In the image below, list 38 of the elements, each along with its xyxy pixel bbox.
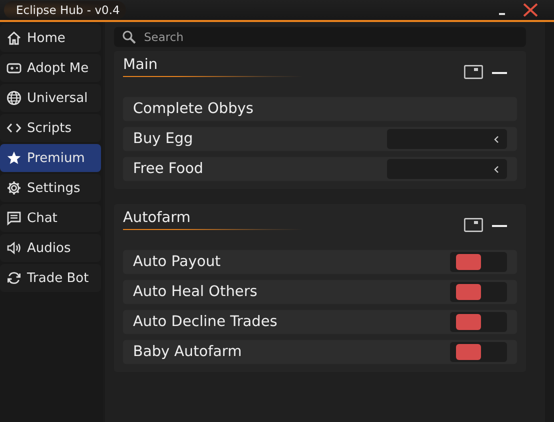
sidebar-item[interactable]: Home [0, 24, 101, 52]
section-title: Autofarm [123, 210, 192, 226]
row-label: Free Food [133, 161, 204, 177]
search-field[interactable]: Search [114, 27, 526, 47]
toggle-switch[interactable] [450, 342, 507, 362]
refresh-icon [6, 270, 22, 286]
sidebar-item[interactable]: Universal [0, 84, 101, 112]
window-icon[interactable] [464, 218, 483, 232]
minimize-icon[interactable] [499, 12, 505, 16]
sidebar-item[interactable]: Premium [0, 144, 101, 172]
speaker-icon [6, 240, 22, 256]
globe-icon [6, 90, 22, 106]
row-label: Auto Heal Others [133, 284, 258, 300]
window-icon[interactable] [464, 65, 483, 79]
sidebar-item[interactable]: Scripts [0, 114, 101, 142]
toggle-switch[interactable] [450, 282, 507, 302]
sidebar-item[interactable]: Chat [0, 204, 101, 232]
action-button[interactable]: Complete Obbys [123, 97, 517, 121]
row-label: Auto Decline Trades [133, 314, 278, 330]
sidebar-item[interactable]: Adopt Me [0, 54, 101, 82]
caret-icon [494, 136, 499, 142]
caret-icon [494, 166, 499, 172]
row-label: Auto Payout [133, 254, 222, 270]
toggle-switch[interactable] [450, 312, 507, 332]
toggle-switch[interactable] [450, 252, 507, 272]
sidebar-item[interactable]: Audios [0, 234, 101, 262]
settings-icon [6, 180, 22, 196]
sidebar-item[interactable]: Settings [0, 174, 101, 202]
section-title: Main [123, 57, 159, 73]
star-icon [6, 150, 22, 166]
chat-icon [6, 210, 22, 226]
window-title: Eclipse Hub - v0.4 [4, 1, 126, 19]
close-icon[interactable] [523, 3, 538, 17]
home-icon [6, 30, 22, 46]
sidebar-item[interactable]: Trade Bot [0, 264, 101, 292]
search-icon [122, 30, 136, 44]
row-label: Buy Egg [133, 131, 194, 147]
row-label: Baby Autofarm [133, 344, 243, 360]
